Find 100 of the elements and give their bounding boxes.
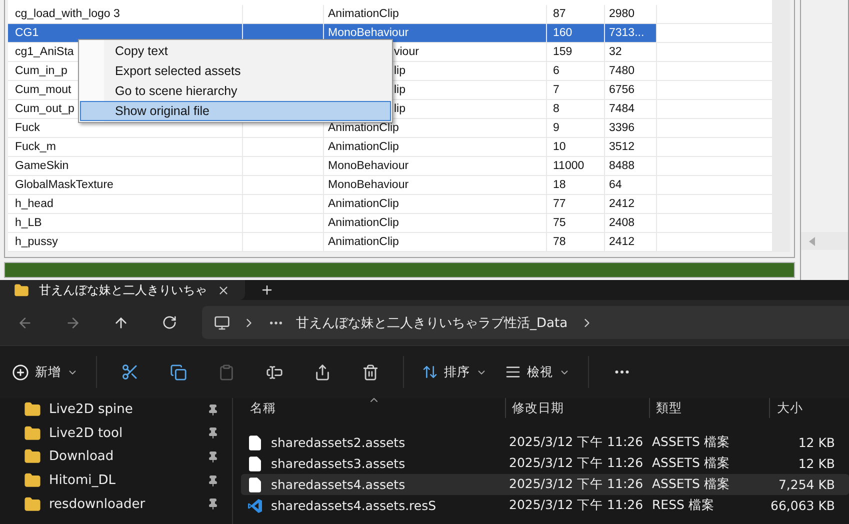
plus-circle-icon [12, 364, 29, 380]
file-type: RESS 檔案 [651, 497, 716, 514]
refresh-icon[interactable] [162, 315, 176, 330]
table-cell[interactable]: 160 [547, 24, 605, 43]
file-name: sharedassets4.assets [271, 477, 406, 492]
file-row[interactable]: sharedassets4.assets.resS 2025/3/12 下午 11:26 RESS 檔案 66,063 KB [241, 495, 849, 516]
tab-title: 甘えんぼな妹と二人きりいちゃ [39, 282, 207, 298]
table-cell[interactable]: 7313... [605, 24, 657, 43]
table-cell[interactable]: 78 [547, 233, 605, 252]
share-icon[interactable] [314, 364, 330, 380]
table-cell[interactable]: 7484 [605, 100, 657, 119]
table-cell[interactable]: AnimationClip [324, 233, 547, 252]
table-cell[interactable]: MonoBehaviour [324, 176, 547, 195]
column-header[interactable]: 類型 [649, 398, 769, 418]
file-row[interactable]: sharedassets2.assets 2025/3/12 下午 11:26 ASSETS 檔案 12 KB [241, 432, 849, 453]
table-cell[interactable]: Fuck_m [8, 138, 243, 157]
table-cell[interactable]: 87 [547, 5, 605, 24]
table-cell[interactable]: AnimationClip [324, 5, 547, 24]
tab[interactable]: 甘えんぼな妹と二人きりいちゃ [0, 280, 245, 300]
monitor-icon [214, 314, 230, 330]
table-cell[interactable]: 159 [547, 43, 605, 62]
table-cell[interactable]: MonoBehaviour [324, 24, 547, 43]
table-cell[interactable]: 11000 [547, 157, 605, 176]
table-cell[interactable]: 64 [605, 176, 657, 195]
table-cell[interactable]: 6 [547, 62, 605, 81]
sort-arrows-icon [422, 364, 438, 380]
table-cell[interactable]: 2980 [605, 5, 657, 24]
file-type: ASSETS 檔案 [651, 476, 731, 493]
table-cell[interactable]: 75 [547, 214, 605, 233]
folder-icon [24, 401, 41, 418]
column-header[interactable]: 名稱 [233, 398, 505, 418]
column-header[interactable]: 修改日期 [505, 398, 649, 418]
table-cell[interactable]: 2412 [605, 233, 657, 252]
table-cell[interactable]: GlobalMaskTexture [8, 176, 243, 195]
address-path[interactable]: 甘えんぼな妹と二人きりいちゃラブ性活_Data [296, 314, 568, 332]
folder-icon [24, 424, 41, 442]
scrollbar[interactable] [801, 232, 848, 250]
file-icon [247, 476, 263, 492]
table-cell[interactable]: 8488 [605, 157, 657, 176]
close-icon[interactable] [217, 284, 230, 296]
table-cell[interactable]: AnimationClip [324, 138, 547, 157]
table-cell[interactable]: 8 [547, 100, 605, 119]
code-file-icon [247, 498, 263, 514]
lines-icon [505, 364, 521, 380]
file-row[interactable]: sharedassets3.assets 2025/3/12 下午 11:26 ASSETS 檔案 12 KB [241, 453, 849, 474]
trash-icon[interactable] [362, 364, 378, 380]
table-cell[interactable]: 9 [547, 119, 605, 138]
file-icon [247, 434, 263, 450]
sort-button[interactable]: 排序 [422, 357, 487, 387]
copy-icon[interactable] [170, 364, 186, 380]
sidebar-item[interactable]: resdownloader [0, 492, 232, 516]
table-cell[interactable]: 2412 [605, 195, 657, 214]
up-arrow-icon[interactable] [113, 314, 129, 330]
folder-icon [14, 282, 29, 298]
table-cell[interactable]: h_head [8, 195, 243, 214]
view-button[interactable]: 檢視 [505, 357, 570, 387]
table-cell[interactable]: 7 [547, 81, 605, 100]
folder-icon [24, 496, 41, 513]
table-cell[interactable]: AnimationClip [324, 195, 547, 214]
modified-date: 2025/3/12 下午 11:26 [508, 476, 644, 493]
plus-icon[interactable] [260, 283, 274, 297]
address-bar[interactable]: 甘えんぼな妹と二人きりいちゃラブ性活_Data [202, 306, 849, 339]
file-name: sharedassets2.assets [271, 435, 406, 450]
file-name: sharedassets4.assets.resS [271, 498, 436, 513]
table-cell[interactable]: h_LB [8, 214, 243, 233]
modified-date: 2025/3/12 下午 11:26 [508, 434, 644, 451]
table-cell[interactable]: 7480 [605, 62, 657, 81]
menu-item[interactable]: Show original file [80, 101, 391, 121]
column-header[interactable]: 大小 [769, 398, 849, 418]
table-cell[interactable]: MonoBehaviour [324, 157, 547, 176]
forward-icon[interactable] [65, 314, 81, 330]
sidebar-item[interactable]: Download [0, 445, 232, 469]
table-cell[interactable]: h_pussy [8, 233, 243, 252]
table-cell[interactable]: 18 [547, 176, 605, 195]
file-size: 66,063 KB [770, 498, 836, 513]
sidebar-item[interactable]: Live2D tool [0, 422, 232, 446]
sidebar-item[interactable]: Hitomi_DL [0, 468, 232, 492]
file-row[interactable]: sharedassets4.assets 2025/3/12 下午 11:26 ASSETS 檔案 7,254 KB [241, 474, 849, 495]
table-cell[interactable]: 77 [547, 195, 605, 214]
file-type: ASSETS 檔案 [651, 434, 731, 451]
table-cell[interactable]: AnimationClip [324, 214, 547, 233]
table-cell[interactable]: 32 [605, 43, 657, 62]
table-cell[interactable]: 3396 [605, 119, 657, 138]
folder-icon [24, 448, 41, 466]
table-cell[interactable]: 3512 [605, 138, 657, 157]
table-cell[interactable]: cg_load_with_logo 3 [8, 5, 243, 24]
table-cell[interactable]: AnimationClip [324, 119, 547, 138]
table-cell[interactable]: 2408 [605, 214, 657, 233]
folder-icon [24, 472, 41, 490]
new-button[interactable]: 新增 [12, 357, 78, 387]
back-icon[interactable] [17, 314, 33, 330]
file-size: 7,254 KB [777, 477, 836, 492]
table-cell[interactable]: GameSkin [8, 157, 243, 176]
table-cell[interactable]: 6756 [605, 81, 657, 100]
table-cell[interactable]: 10 [547, 138, 605, 157]
sidebar-item[interactable]: Live2D spine [0, 398, 232, 422]
rename-icon[interactable] [266, 364, 282, 380]
file-size: 12 KB [797, 456, 836, 471]
modified-date: 2025/3/12 下午 11:26 [508, 497, 644, 514]
cut-icon[interactable] [121, 363, 139, 381]
